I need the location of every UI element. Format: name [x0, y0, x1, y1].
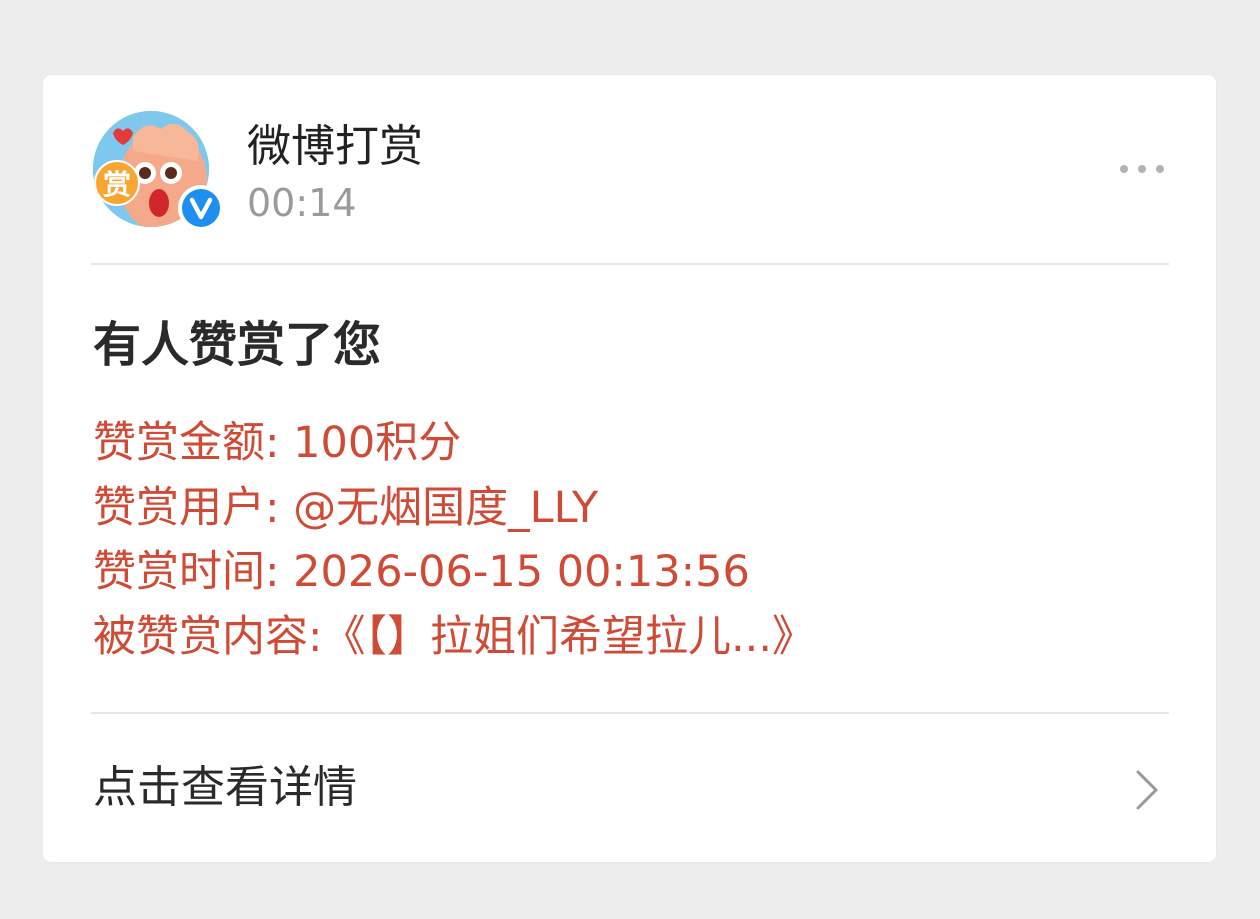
- header-divider: [91, 263, 1169, 265]
- more-options-button[interactable]: [1109, 151, 1175, 187]
- reward-amount: 赞赏金额: 100积分: [93, 418, 462, 468]
- message-time: 00:14: [247, 181, 357, 225]
- chevron-right-icon: [1136, 770, 1158, 810]
- avatar-badge-text: 赏: [103, 168, 131, 201]
- card-header: 赏 微博打赏 00:14: [43, 75, 1216, 263]
- more-dot: [1156, 165, 1164, 173]
- notification-card: 赏 微博打赏 00:14 有人赞赏了您 赞赏金额: 100积分 赞赏用户: @无…: [43, 75, 1216, 862]
- view-details-label: 点击查看详情: [93, 762, 357, 813]
- view-details-row[interactable]: 点击查看详情: [43, 714, 1216, 862]
- verified-badge-icon: [178, 185, 224, 231]
- sender-name[interactable]: 微博打赏: [247, 119, 423, 175]
- reward-time: 赞赏时间: 2026-06-15 00:13:56: [93, 547, 750, 597]
- more-dot: [1138, 165, 1146, 173]
- more-horizontal-icon: [1120, 165, 1128, 173]
- reward-user: 赞赏用户: @无烟国度_LLY: [93, 483, 599, 533]
- message-title: 有人赞赏了您: [93, 317, 382, 373]
- rewarded-content: 被赞赏内容:《【】拉姐们希望拉儿...》: [93, 612, 815, 662]
